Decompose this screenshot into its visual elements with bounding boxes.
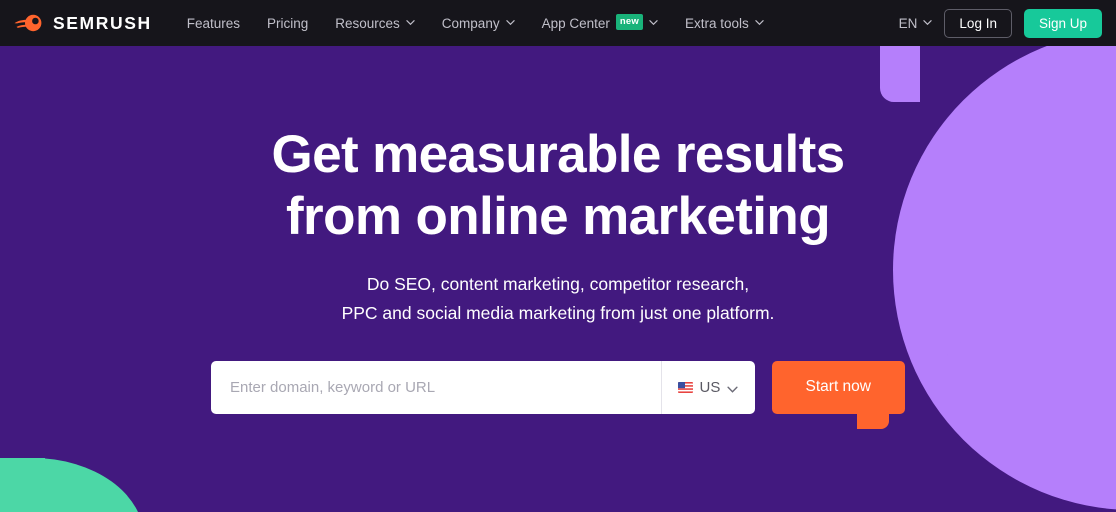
hero-subtitle: Do SEO, content marketing, competitor re… — [342, 270, 775, 328]
start-now-button[interactable]: Start now — [771, 360, 905, 414]
log-in-button[interactable]: Log In — [944, 8, 1012, 38]
domain-search-form: US Start now — [211, 360, 905, 414]
country-select[interactable]: US — [660, 360, 755, 414]
nav-menu: Features Pricing Resources Company App C… — [187, 14, 764, 31]
chevron-down-icon — [649, 18, 658, 27]
landing-page: SEMRUSH Features Pricing Resources Compa… — [0, 0, 1116, 512]
nav-label: App Center — [541, 15, 610, 31]
nav-label: Company — [441, 15, 500, 31]
language-label: EN — [898, 15, 918, 31]
semrush-comet-icon — [14, 13, 44, 33]
nav-actions: EN Log In Sign Up — [899, 8, 1102, 38]
country-code-label: US — [699, 378, 721, 396]
page-title: Get measurable results from online marke… — [271, 124, 845, 248]
hero-subtitle-line-1: Do SEO, content marketing, competitor re… — [366, 274, 750, 294]
nav-item-extra-tools[interactable]: Extra tools — [685, 16, 764, 31]
chevron-down-icon — [406, 18, 415, 27]
top-navigation-bar: SEMRUSH Features Pricing Resources Compa… — [0, 0, 1116, 46]
nav-label: Features — [186, 15, 240, 31]
hero-section: Get measurable results from online marke… — [0, 46, 1116, 512]
search-input-wrapper[interactable] — [211, 360, 661, 414]
nav-label: Resources — [335, 15, 400, 31]
chevron-down-icon — [923, 18, 933, 27]
nav-label: Extra tools — [684, 15, 749, 31]
brand-name: SEMRUSH — [53, 12, 152, 33]
nav-item-company[interactable]: Company — [442, 16, 515, 31]
search-input[interactable] — [230, 378, 661, 396]
language-selector[interactable]: EN — [899, 16, 933, 31]
chevron-down-icon — [755, 18, 764, 27]
nav-item-app-center[interactable]: App Center new — [541, 14, 658, 31]
chevron-down-icon — [727, 382, 738, 393]
nav-label: Pricing — [267, 15, 309, 31]
sign-up-button[interactable]: Sign Up — [1023, 8, 1102, 38]
brand-logo[interactable]: SEMRUSH — [14, 13, 152, 34]
nav-item-resources[interactable]: Resources — [335, 16, 415, 31]
nav-item-features[interactable]: Features — [187, 16, 240, 31]
us-flag-icon — [677, 381, 693, 393]
hero-subtitle-line-2: PPC and social media marketing from just… — [341, 302, 775, 323]
hero-title-line-2: from online marketing — [286, 187, 831, 246]
chevron-down-icon — [505, 18, 515, 27]
new-badge: new — [615, 14, 643, 30]
nav-item-pricing[interactable]: Pricing — [267, 16, 308, 31]
hero-title-line-1: Get measurable results — [271, 125, 845, 184]
